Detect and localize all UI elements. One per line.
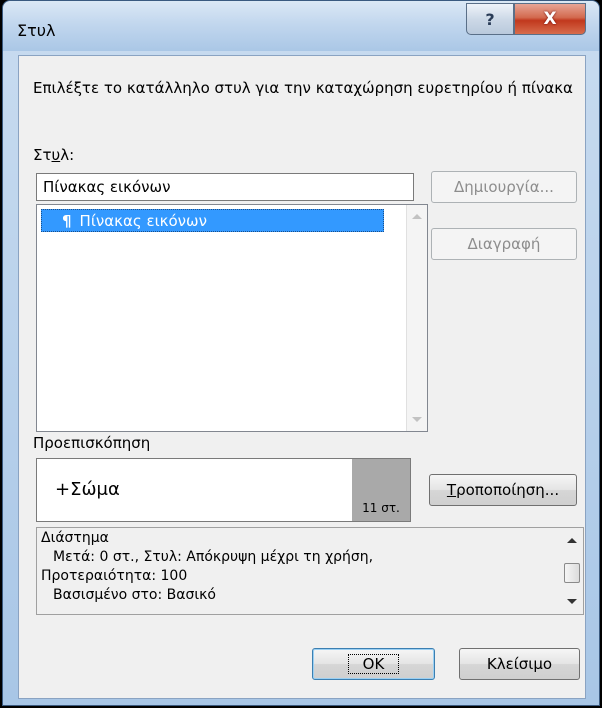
modify-button-label: Τροποποίηση... xyxy=(447,481,559,499)
list-scrollbar[interactable] xyxy=(406,205,427,431)
scroll-thumb[interactable] xyxy=(564,563,580,583)
instruction-text: Επιλέξτε το κατάλληλο στυλ για την καταχ… xyxy=(33,79,573,97)
preview-box: +Σώμα 11 στ. xyxy=(36,458,411,522)
close-window-button[interactable]: X xyxy=(514,3,586,35)
style-label-accesskey: υ xyxy=(51,146,61,164)
scroll-up-icon[interactable] xyxy=(412,214,422,219)
preview-size-badge: 11 στ. xyxy=(352,459,410,521)
delete-style-button-label: Διαγραφή xyxy=(467,235,541,253)
dialog-body: Επιλέξτε το κατάλληλο στυλ για την καταχ… xyxy=(18,55,586,699)
close-icon: X xyxy=(543,9,557,29)
description-line: Μετά: 0 στ., Στυλ: Απόκρυψη μέχρι τη χρή… xyxy=(53,549,374,565)
preview-label: Προεπισκόπηση xyxy=(33,434,151,452)
description-scrollbar[interactable] xyxy=(561,528,583,614)
style-label-part: λ: xyxy=(60,146,75,164)
modify-button[interactable]: Τροποποίηση... xyxy=(429,474,577,506)
scroll-up-icon[interactable] xyxy=(567,538,577,543)
title-bar[interactable]: Στυλ ? X xyxy=(3,1,599,51)
paragraph-mark-icon: ¶ xyxy=(62,212,72,230)
list-item-selected[interactable]: ¶ Πίνακας εικόνων xyxy=(41,209,384,232)
style-name-input[interactable]: Πίνακας εικόνων xyxy=(36,173,414,201)
scroll-down-icon[interactable] xyxy=(567,599,577,604)
description-line: Διάστημα xyxy=(41,530,109,546)
ok-button[interactable]: OK xyxy=(312,648,435,680)
scroll-down-icon[interactable] xyxy=(412,417,422,422)
description-line: Βασισμένο στο: Βασικό xyxy=(53,587,216,603)
delete-style-button[interactable]: Διαγραφή xyxy=(431,228,577,260)
new-style-button[interactable]: Δημιουργία... xyxy=(431,171,577,203)
style-listbox[interactable]: ¶ Πίνακας εικόνων xyxy=(36,204,428,432)
help-button[interactable]: ? xyxy=(466,3,514,35)
list-item-label: Πίνακας εικόνων xyxy=(79,212,207,230)
ok-button-label: OK xyxy=(347,654,400,674)
modify-label-rest: ροποποίηση... xyxy=(456,481,560,499)
dialog-title: Στυλ xyxy=(17,21,56,40)
style-label-part: Στ xyxy=(33,146,52,164)
close-dialog-button-label: Κλείσιμο xyxy=(486,655,553,673)
dialog-window: Στυλ ? X Επιλέξτε το κατάλληλο στυλ για … xyxy=(2,0,600,706)
preview-font-text: +Σώμα xyxy=(55,479,120,500)
style-label: Στυλ: xyxy=(33,146,74,164)
new-style-button-label: Δημιουργία... xyxy=(454,178,554,196)
modify-accesskey: Τ xyxy=(446,481,457,499)
preview-size-text: 11 στ. xyxy=(362,501,400,515)
style-description: Διάστημα Μετά: 0 στ., Στυλ: Απόκρυψη μέχ… xyxy=(36,527,584,615)
description-line: Προτεραιότητα: 100 xyxy=(41,568,188,584)
help-icon: ? xyxy=(485,9,495,29)
close-dialog-button[interactable]: Κλείσιμο xyxy=(459,648,580,680)
